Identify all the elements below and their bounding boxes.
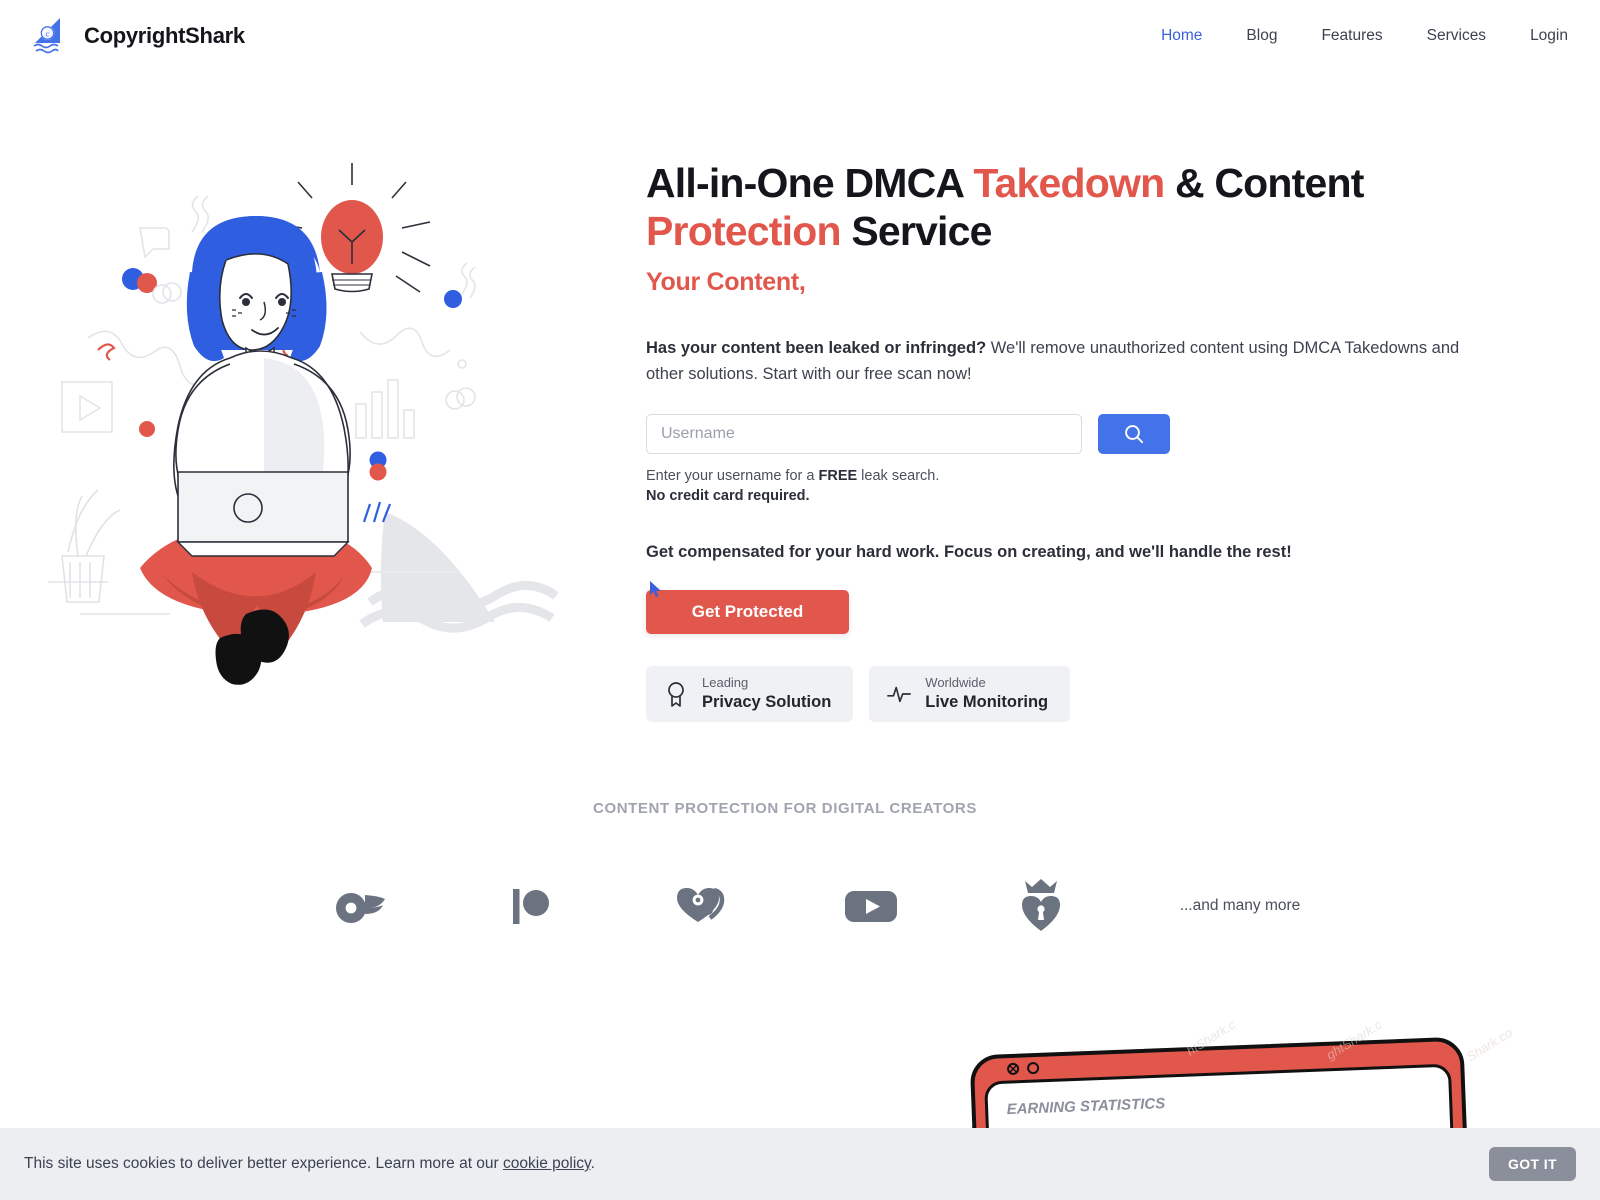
landing-page: c CopyrightShark Home Blog Features Serv…: [0, 0, 1600, 1200]
hero-description: Has your content been leaked or infringe…: [646, 335, 1476, 388]
get-protected-button[interactable]: Get Protected: [646, 589, 849, 634]
cta-wrapper: Get Protected: [646, 580, 849, 634]
patreon-logo-icon: [512, 889, 549, 924]
headline-part-3: Service: [840, 207, 992, 254]
headline-part-1: All-in-One DMCA: [646, 160, 974, 206]
badge-privacy-top: Leading: [702, 675, 749, 691]
svg-text:c: c: [46, 29, 50, 38]
badge-monitoring-main: Live Monitoring: [925, 692, 1049, 711]
platform-logo-manyvids: [1010, 875, 1072, 937]
youtube-logo-icon: [844, 891, 897, 922]
search-hint-free: FREE: [818, 467, 858, 484]
hero-section: All-in-One DMCA Takedown & Content Prote…: [0, 72, 1600, 772]
platform-logo-patreon: [500, 875, 562, 937]
platform-logo-youtube: [840, 875, 902, 937]
search-icon: [1125, 424, 1144, 443]
feature-badges: Leading Privacy Solution Worldwide Live …: [646, 665, 1486, 722]
svg-text:Shark.co: Shark.co: [1464, 1025, 1515, 1065]
badge-privacy-solution: Leading Privacy Solution: [646, 665, 854, 722]
cookie-policy-link[interactable]: cookie policy: [503, 1155, 591, 1172]
site-header: c CopyrightShark Home Blog Features Serv…: [0, 0, 1600, 72]
platform-logo-row: ...and many more: [0, 875, 1600, 937]
search-hint-prefix: Enter your username for a: [646, 467, 819, 484]
leak-search-form: [646, 413, 1486, 454]
nav-item-blog[interactable]: Blog: [1246, 27, 1277, 45]
cookie-consent-banner: This site uses cookies to deliver better…: [0, 1128, 1600, 1200]
supported-platforms-section: CONTENT PROTECTION FOR DIGITAL CREATORS: [0, 800, 1600, 937]
platforms-title: CONTENT PROTECTION FOR DIGITAL CREATORS: [593, 800, 977, 817]
brand-name: CopyrightShark: [84, 23, 245, 48]
pulse-heartbeat-icon: [887, 686, 912, 703]
manyvids-crown-heart-logo-icon: [1021, 879, 1060, 931]
fansly-heart-lock-logo-icon: [676, 887, 724, 922]
platform-more-label: ...and many more: [1179, 897, 1301, 914]
shark-fin-copyright-logo-icon: c: [33, 18, 60, 54]
badge-live-monitoring: Worldwide Live Monitoring: [869, 665, 1071, 722]
award-medal-icon: [668, 682, 684, 707]
headline-accent-protection: Protection: [646, 207, 842, 254]
search-hint-suffix: leak search.: [857, 467, 940, 484]
headline-accent-takedown: Takedown: [973, 160, 1165, 206]
search-hint-no-credit-card: No credit card required.: [646, 488, 810, 505]
cookie-accept-button[interactable]: GOT IT: [1488, 1147, 1576, 1181]
nav-item-features[interactable]: Features: [1321, 27, 1382, 45]
nav-item-login[interactable]: Login: [1530, 27, 1568, 45]
page-title: All-in-One DMCA Takedown & Content Prote…: [646, 160, 1486, 256]
hero-copy: All-in-One DMCA Takedown & Content Prote…: [646, 160, 1486, 722]
hero-description-strong: Has your content been leaked or infringe…: [646, 338, 987, 357]
search-hint: Enter your username for a FREE leak sear…: [646, 466, 1486, 507]
headline-part-2: & Content: [1164, 160, 1364, 206]
brand-logo-link[interactable]: c CopyrightShark: [30, 16, 245, 56]
cookie-message-text: This site uses cookies to deliver better…: [24, 1155, 504, 1172]
platform-logo-fansly: [670, 875, 732, 937]
hero-pitch: Get compensated for your hard work. Focu…: [646, 542, 1292, 561]
cookie-message: This site uses cookies to deliver better…: [24, 1155, 595, 1173]
badge-privacy-main: Privacy Solution: [702, 692, 832, 711]
platform-logo-onlyfans: [330, 875, 392, 937]
badge-monitoring-top: Worldwide: [925, 675, 986, 691]
hero-subheadline: Your Content,: [646, 267, 806, 296]
cookie-message-period: .: [590, 1155, 595, 1172]
search-input[interactable]: [646, 413, 1082, 454]
nav-item-services[interactable]: Services: [1427, 27, 1486, 45]
main-navigation: Home Blog Features Services Login: [1161, 27, 1568, 45]
nav-item-home[interactable]: Home: [1161, 27, 1202, 45]
onlyfans-logo-icon: [335, 893, 385, 923]
search-submit-button[interactable]: [1098, 413, 1170, 454]
hero-illustration: [48, 163, 559, 685]
